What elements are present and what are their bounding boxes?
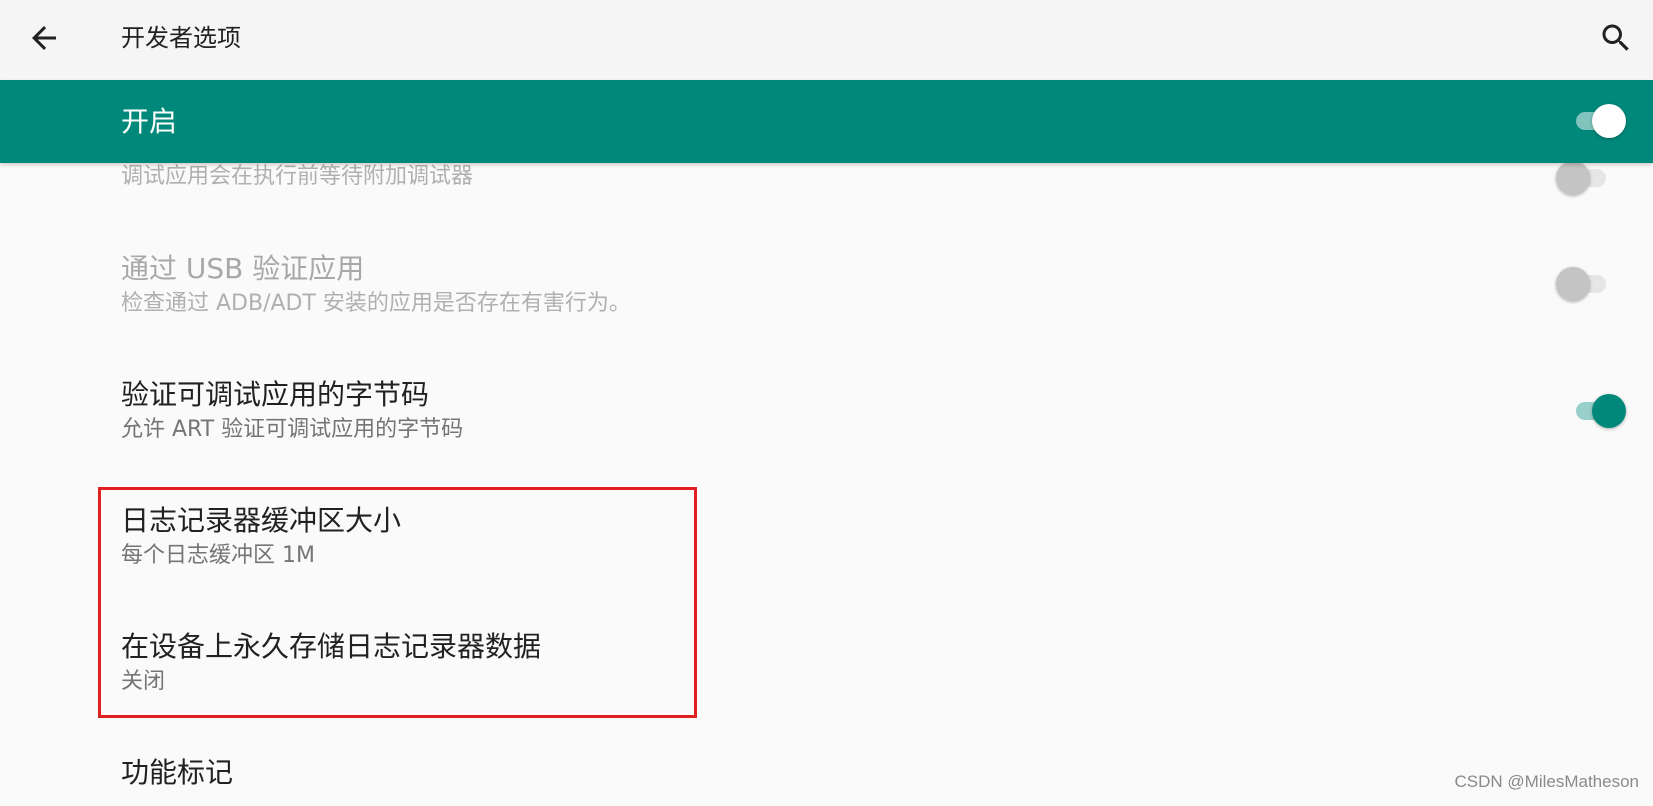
pref-title: 通过 USB 验证应用 <box>121 252 365 285</box>
pref-persist-logger-data[interactable]: 在设备上永久存储日志记录器数据 关闭 <box>0 619 1653 719</box>
page-title: 开发者选项 <box>121 24 241 52</box>
pref-summary: 每个日志缓冲区 1M <box>121 543 315 568</box>
pref-title: 验证可调试应用的字节码 <box>121 378 430 411</box>
pref-title: 日志记录器缓冲区大小 <box>121 504 402 537</box>
toolbar: 开发者选项 <box>0 0 1653 80</box>
pref-summary: 关闭 <box>121 669 166 694</box>
pref-summary: 检查通过 ADB/ADT 安装的应用是否存在有害行为。 <box>121 291 631 316</box>
wait-debugger-toggle[interactable] <box>1556 157 1612 197</box>
master-switch-bar[interactable]: 开启 <box>0 80 1653 163</box>
master-toggle-switch[interactable] <box>1570 100 1626 140</box>
search-icon[interactable] <box>1598 20 1634 56</box>
switch-thumb <box>1592 104 1626 138</box>
pref-title: 功能标记 <box>121 756 234 789</box>
pref-logger-buffer-size[interactable]: 日志记录器缓冲区大小 每个日志缓冲区 1M <box>0 493 1653 593</box>
switch-thumb <box>1556 267 1590 301</box>
master-switch-label: 开启 <box>121 105 178 138</box>
pref-summary: 调试应用会在执行前等待附加调试器 <box>121 164 474 189</box>
pref-verify-apps-over-usb[interactable]: 通过 USB 验证应用 检查通过 ADB/ADT 安装的应用是否存在有害行为。 <box>0 241 1653 341</box>
pref-feature-flags[interactable]: 功能标记 <box>0 745 1653 806</box>
watermark: CSDN @MilesMatheson <box>1454 772 1639 791</box>
verify-bytecode-toggle[interactable] <box>1570 390 1626 430</box>
pref-title: 在设备上永久存储日志记录器数据 <box>121 630 542 663</box>
pref-summary: 允许 ART 验证可调试应用的字节码 <box>121 417 464 442</box>
arrow-back-icon[interactable] <box>26 20 62 56</box>
switch-thumb <box>1556 161 1590 195</box>
switch-thumb <box>1592 394 1626 428</box>
pref-verify-bytecode[interactable]: 验证可调试应用的字节码 允许 ART 验证可调试应用的字节码 <box>0 367 1653 467</box>
verify-usb-toggle[interactable] <box>1556 263 1612 303</box>
